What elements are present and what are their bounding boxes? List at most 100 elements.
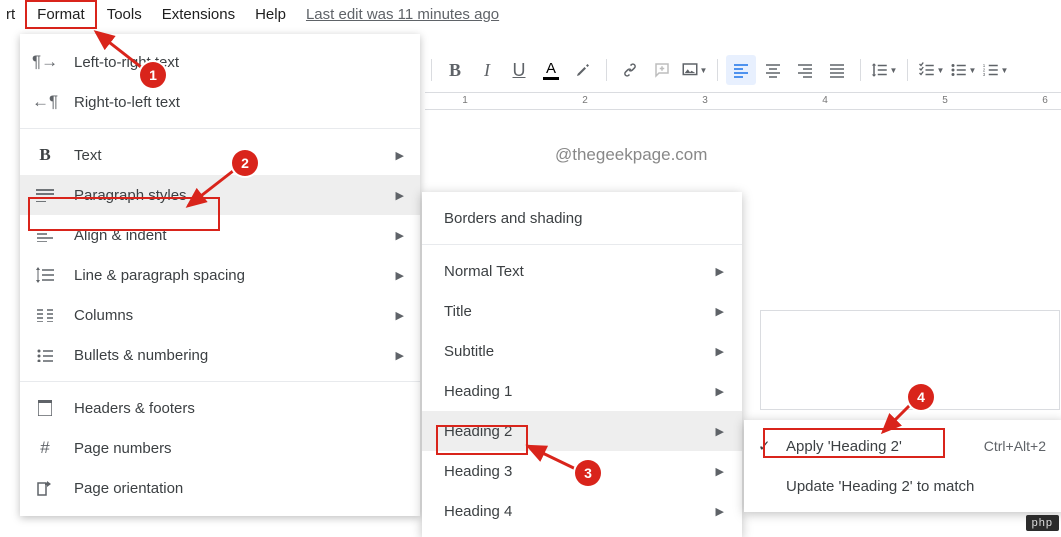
keyboard-shortcut: Ctrl+Alt+2 — [984, 438, 1046, 454]
ruler-tick: 1 — [462, 95, 468, 106]
chevron-down-icon: ▼ — [700, 66, 708, 75]
menu-help[interactable]: Help — [245, 2, 296, 27]
highlight-button[interactable] — [568, 55, 598, 85]
toolbar-separator — [717, 59, 718, 81]
menu-item-ltr[interactable]: ¶→ Left-to-right text — [20, 42, 420, 82]
ruler-tick: 6 — [1042, 95, 1048, 106]
format-menu: ¶→ Left-to-right text ←¶ Right-to-left t… — [20, 34, 420, 516]
submenu-item-borders-shading[interactable]: Borders and shading — [422, 198, 742, 238]
submenu-item-heading-4[interactable]: Heading 4 ▶ — [422, 491, 742, 531]
text-color-button[interactable]: A — [536, 55, 566, 85]
menu-tools[interactable]: Tools — [97, 2, 152, 27]
menu-item-label: Heading 3 — [444, 463, 512, 480]
ltr-icon: ¶→ — [34, 51, 56, 73]
rtl-icon: ←¶ — [34, 91, 56, 113]
chevron-right-icon: ▶ — [396, 309, 404, 322]
watermark: php — [1026, 515, 1059, 531]
bold-icon: B — [34, 144, 56, 166]
chevron-right-icon: ▶ — [716, 505, 724, 518]
chevron-right-icon: ▶ — [396, 229, 404, 242]
align-justify-icon — [829, 62, 845, 78]
paragraph-styles-icon — [34, 184, 56, 206]
menu-item-label: Borders and shading — [444, 210, 582, 227]
toolbar-separator — [907, 59, 908, 81]
chevron-right-icon: ▶ — [716, 305, 724, 318]
align-center-button[interactable] — [758, 55, 788, 85]
submenu-item-normal-text[interactable]: Normal Text ▶ — [422, 251, 742, 291]
menu-item-label: Paragraph styles — [74, 187, 187, 204]
bulleted-list-button[interactable]: ▼ — [948, 55, 978, 85]
underline-button[interactable]: U — [504, 55, 534, 85]
menu-item-label: Update 'Heading 2' to match — [786, 478, 974, 495]
numbered-list-button[interactable]: 123 ▼ — [980, 55, 1010, 85]
chevron-down-icon: ▼ — [969, 66, 977, 75]
menu-item-label: Right-to-left text — [74, 94, 180, 111]
ruler-tick: 2 — [582, 95, 588, 106]
menu-divider — [20, 381, 420, 382]
align-center-icon — [765, 62, 781, 78]
menu-item-label: Page numbers — [74, 440, 172, 457]
image-icon — [681, 61, 699, 79]
chevron-right-icon: ▶ — [396, 149, 404, 162]
chevron-right-icon: ▶ — [716, 385, 724, 398]
toolbar-separator — [606, 59, 607, 81]
italic-button[interactable]: I — [472, 55, 502, 85]
toolbar: B I U A ▼ ▼ ▼ ▼ 123 ▼ — [425, 50, 1010, 90]
menu-item-label: Heading 1 — [444, 383, 512, 400]
submenu-item-title[interactable]: Title ▶ — [422, 291, 742, 331]
menu-item-label: Text — [74, 147, 102, 164]
menu-item-label: Normal Text — [444, 263, 524, 280]
menu-cutoff: rt — [2, 2, 25, 27]
highlight-icon — [574, 61, 592, 79]
chevron-down-icon: ▼ — [937, 66, 945, 75]
align-justify-button[interactable] — [822, 55, 852, 85]
submenu-item-heading-1[interactable]: Heading 1 ▶ — [422, 371, 742, 411]
svg-text:3: 3 — [982, 72, 985, 77]
chevron-down-icon: ▼ — [890, 66, 898, 75]
insert-link-button[interactable] — [615, 55, 645, 85]
bold-button[interactable]: B — [440, 55, 470, 85]
menu-item-rtl[interactable]: ←¶ Right-to-left text — [20, 82, 420, 122]
update-heading-2-to-match[interactable]: Update 'Heading 2' to match — [744, 466, 1061, 506]
columns-icon — [34, 304, 56, 326]
menu-divider — [422, 244, 742, 245]
ruler-tick: 3 — [702, 95, 708, 106]
headers-footers-icon — [34, 397, 56, 419]
bullets-numbering-icon — [34, 344, 56, 366]
numbered-list-icon: 123 — [982, 61, 1000, 79]
menu-item-page-numbers[interactable]: # Page numbers — [20, 428, 420, 468]
line-spacing-icon — [871, 61, 889, 79]
chevron-right-icon: ▶ — [716, 465, 724, 478]
comment-button[interactable] — [647, 55, 677, 85]
menu-item-label: Align & indent — [74, 227, 167, 244]
checklist-button[interactable]: ▼ — [916, 55, 946, 85]
menu-extensions[interactable]: Extensions — [152, 2, 245, 27]
last-edit-link[interactable]: Last edit was 11 minutes ago — [306, 6, 499, 23]
submenu-item-subtitle[interactable]: Subtitle ▶ — [422, 331, 742, 371]
align-left-button[interactable] — [726, 55, 756, 85]
annotation-badge-4: 4 — [908, 384, 934, 410]
chevron-down-icon: ▼ — [1001, 66, 1009, 75]
menu-format[interactable]: Format — [25, 0, 97, 29]
menu-item-line-spacing[interactable]: Line & paragraph spacing ▶ — [20, 255, 420, 295]
menu-item-label: Headers & footers — [74, 400, 195, 417]
ruler: 1 2 3 4 5 6 — [425, 92, 1061, 110]
annotation-badge-2: 2 — [232, 150, 258, 176]
align-right-button[interactable] — [790, 55, 820, 85]
chevron-right-icon: ▶ — [716, 345, 724, 358]
bulleted-list-icon — [950, 61, 968, 79]
menu-item-bullets-numbering[interactable]: Bullets & numbering ▶ — [20, 335, 420, 375]
chevron-right-icon: ▶ — [396, 189, 404, 202]
menu-divider — [20, 128, 420, 129]
page-orientation-icon — [34, 477, 56, 499]
insert-image-button[interactable]: ▼ — [679, 55, 709, 85]
mention-placeholder: @thegeekpage.com — [555, 145, 707, 165]
menu-item-align-indent[interactable]: Align & indent ▶ — [20, 215, 420, 255]
align-left-icon — [733, 62, 749, 78]
comment-icon — [653, 61, 671, 79]
menu-item-headers-footers[interactable]: Headers & footers — [20, 388, 420, 428]
toolbar-separator — [860, 59, 861, 81]
menu-item-page-orientation[interactable]: Page orientation — [20, 468, 420, 508]
menu-item-columns[interactable]: Columns ▶ — [20, 295, 420, 335]
line-spacing-button[interactable]: ▼ — [869, 55, 899, 85]
